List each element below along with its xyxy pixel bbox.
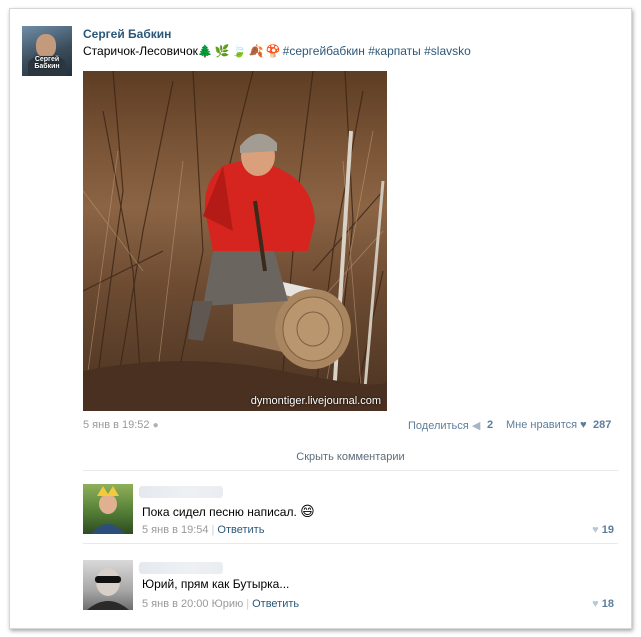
smile-emoji: 😄 (300, 503, 315, 519)
share-button[interactable]: Поделиться ◀ (408, 419, 480, 432)
hide-comments-label: Скрыть комментарии (296, 451, 405, 463)
post-hashtags[interactable]: #сергейбабкин #карпаты #slavsko (283, 44, 471, 58)
commenter-avatar[interactable] (83, 560, 133, 610)
share-label: Поделиться (408, 420, 469, 432)
avatar-caption: Сергей Бабкин (34, 56, 60, 70)
comment: Юрий, прям как Бутырка... 5 янв в 20:00 … (83, 560, 618, 616)
comment-meta: 5 янв в 20:00 Юрию | Ответить (142, 598, 299, 610)
herb-emoji: 🌿 (214, 44, 230, 58)
author-avatar[interactable]: Сергей Бабкин (22, 26, 72, 76)
author-name[interactable]: Сергей Бабкин (83, 27, 171, 41)
megaphone-icon: ◀ (471, 420, 481, 432)
heart-icon: ♥ (580, 419, 587, 431)
tree-emoji: 🌲 (197, 44, 213, 58)
like-label: Мне нравится (506, 419, 578, 431)
share-count: 2 (487, 419, 494, 431)
post-date[interactable]: 5 янв в 19:52 ● (83, 419, 159, 431)
post-date-text: 5 янв в 19:52 (83, 419, 150, 431)
comment-like-button[interactable]: ♥ 19 (592, 524, 614, 536)
like-count: 287 (593, 419, 612, 431)
commenter-avatar[interactable] (83, 484, 133, 534)
comment-meta: 5 янв в 19:54 | Ответить (142, 524, 264, 536)
comment-addressee[interactable]: Юрию (212, 598, 244, 610)
comment-date[interactable]: 5 янв в 19:54 (142, 524, 209, 536)
leaves-emoji: 🍃 (231, 44, 247, 58)
commenter-name-blurred (139, 486, 223, 498)
comment-like-count: 18 (601, 598, 614, 610)
comment-text-body: Пока сидел песню написал. (142, 505, 297, 519)
hide-comments-link[interactable]: Скрыть комментарии (83, 444, 618, 471)
comment: Пока сидел песню написал. 😄 5 янв в 19:5… (83, 484, 618, 544)
mushroom-emoji: 🍄 (265, 44, 281, 58)
heart-icon: ♥ (592, 524, 599, 536)
post-text-body: Старичок-Лесовичок (83, 44, 198, 58)
comment-text: Юрий, прям как Бутырка... (142, 577, 290, 591)
post-photo[interactable]: dymontiger.livejournal.com (83, 71, 387, 411)
comment-text: Пока сидел песню написал. 😄 (142, 503, 315, 520)
commenter-name-blurred (139, 562, 223, 574)
avatar-image (87, 568, 129, 610)
comment-like-button[interactable]: ♥ 18 (592, 598, 614, 610)
reply-button[interactable]: Ответить (252, 598, 299, 610)
photo-watermark: dymontiger.livejournal.com (250, 395, 381, 407)
like-button[interactable]: Мне нравится ♥ (506, 419, 587, 431)
avatar-face (36, 34, 56, 58)
comment-date[interactable]: 5 янв в 20:00 (142, 598, 209, 610)
meta-separator: | (246, 598, 250, 610)
post-text: Старичок-Лесовичок🌲 🌿 🍃 🍂 🍄 #сергейбабкин #ка… (83, 44, 471, 58)
photo-scene (83, 71, 387, 411)
fallen-leaf-emoji: 🍂 (248, 44, 264, 58)
meta-separator: | (211, 524, 215, 536)
heart-icon: ♥ (592, 598, 599, 610)
comment-like-count: 19 (601, 524, 614, 536)
apple-icon: ● (152, 420, 159, 431)
reply-button[interactable]: Ответить (217, 524, 264, 536)
avatar-image (91, 486, 125, 534)
